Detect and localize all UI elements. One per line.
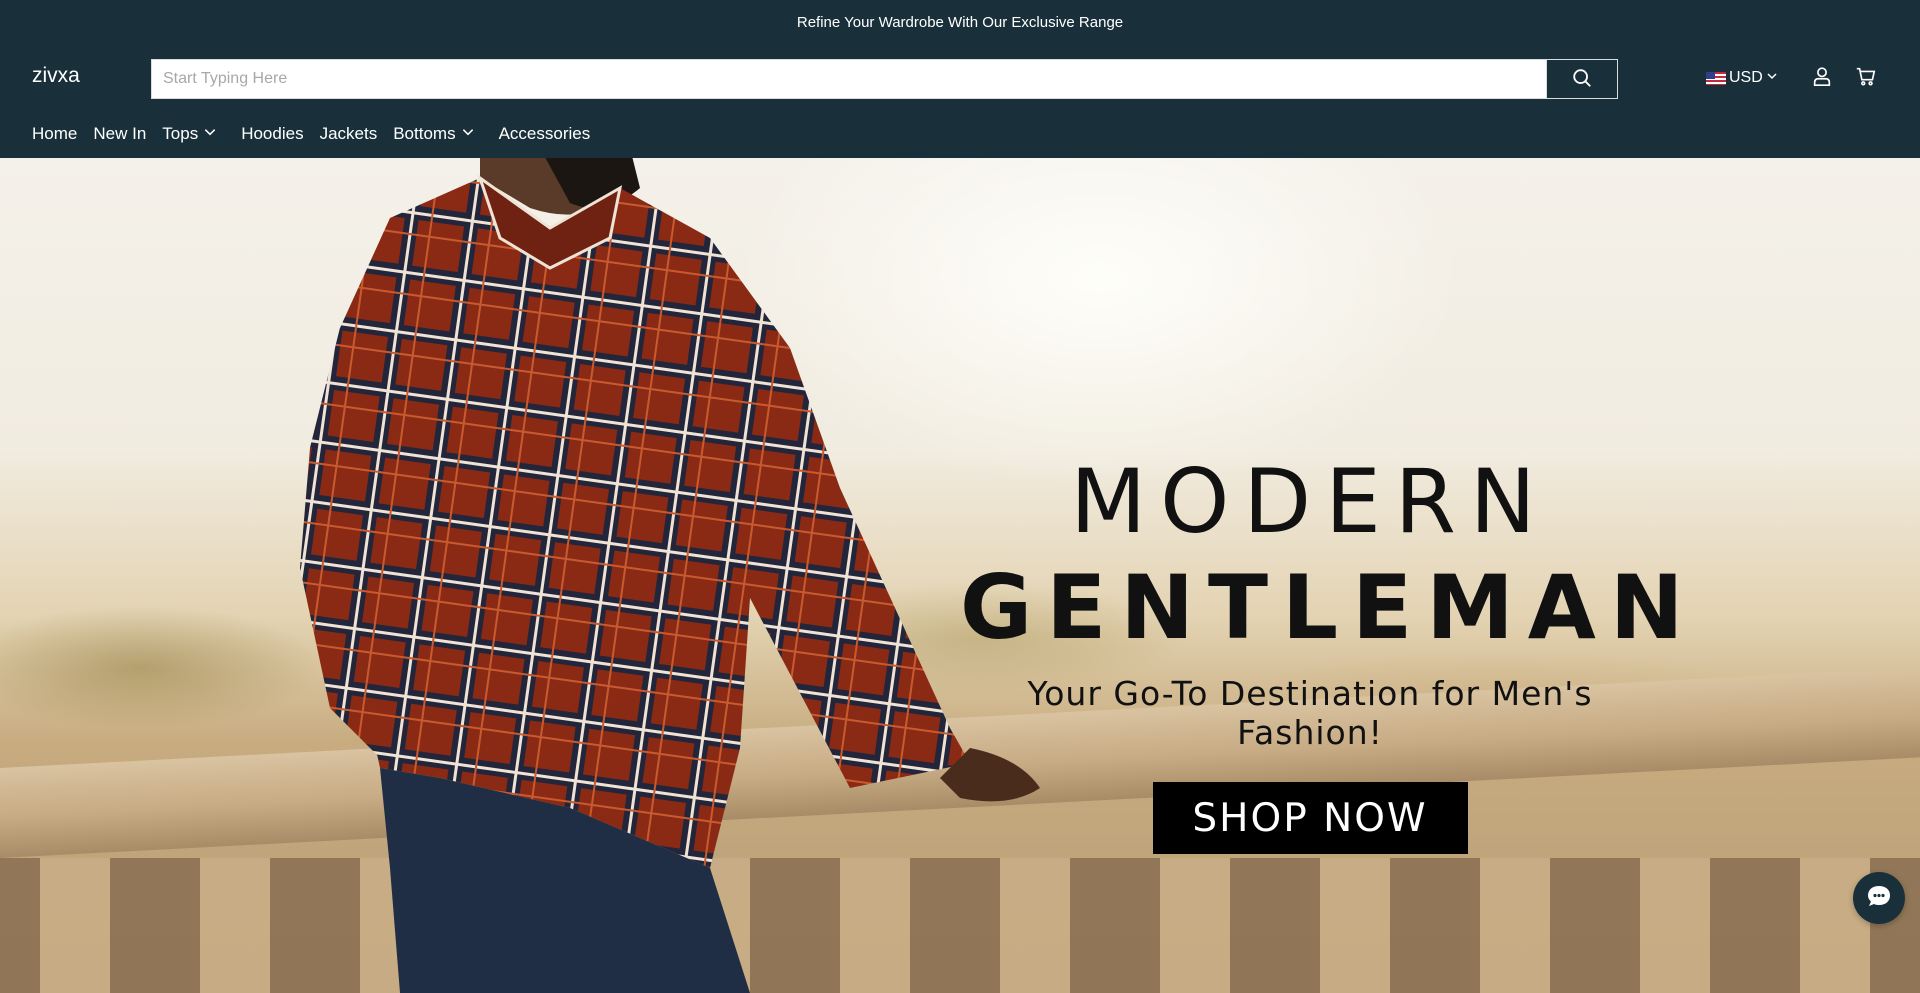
- cart-icon: [1855, 65, 1877, 92]
- nav-item-label: Hoodies: [241, 124, 304, 143]
- nav-item-new-in[interactable]: New In: [93, 124, 146, 144]
- shop-now-button[interactable]: SHOP NOW: [1152, 782, 1468, 854]
- currency-selector[interactable]: USD: [1706, 66, 1778, 90]
- chevron-down-icon: [1766, 69, 1778, 87]
- nav-item-label: Accessories: [498, 124, 591, 143]
- hero-model-image: [300, 158, 1040, 993]
- nav-item-label: Home: [32, 124, 78, 143]
- site-header: zivxa USD: [0, 44, 1920, 158]
- nav-item-label: New In: [93, 124, 147, 143]
- nav-item-tops[interactable]: Tops: [162, 124, 217, 144]
- nav-item-label: Bottoms: [393, 124, 456, 143]
- nav-item-jackets[interactable]: Jackets: [320, 124, 378, 144]
- nav-item-hoodies[interactable]: Hoodies: [241, 124, 303, 144]
- hero-banner: MODERN GENTLEMAN Your Go-To Destination …: [0, 158, 1920, 993]
- account-button[interactable]: [1808, 64, 1836, 92]
- announcement-bar: Refine Your Wardrobe With Our Exclusive …: [0, 0, 1920, 44]
- user-icon: [1811, 65, 1833, 92]
- hero-subtitle: Your Go-To Destination for Men's Fashion…: [1027, 674, 1593, 752]
- nav-item-label: Tops: [162, 124, 199, 143]
- chevron-down-icon: [461, 124, 475, 144]
- announcement-text: Refine Your Wardrobe With Our Exclusive …: [796, 13, 1124, 31]
- nav-item-accessories[interactable]: Accessories: [499, 124, 591, 144]
- search-icon: [1571, 67, 1593, 92]
- main-nav: Home New In Tops Hoodies Jackets Bottoms: [32, 122, 590, 146]
- search-bar: [151, 59, 1618, 99]
- currency-code: USD: [1729, 69, 1763, 86]
- search-button[interactable]: [1546, 60, 1617, 98]
- chevron-down-icon: [203, 124, 217, 144]
- search-input[interactable]: [152, 60, 1546, 98]
- cart-button[interactable]: [1852, 64, 1880, 92]
- chat-widget-button[interactable]: [1853, 872, 1905, 924]
- nav-item-bottoms[interactable]: Bottoms: [393, 124, 474, 144]
- site-logo[interactable]: zivxa: [32, 64, 80, 88]
- nav-item-home[interactable]: Home: [32, 124, 77, 144]
- nav-item-label: Jackets: [319, 124, 378, 143]
- hero-title-line-2: GENTLEMAN: [960, 556, 1698, 659]
- hero-title-line-1: MODERN: [1070, 450, 1550, 553]
- us-flag-icon: [1706, 71, 1726, 85]
- chat-icon: [1865, 882, 1893, 915]
- hero-text-block: MODERN GENTLEMAN Your Go-To Destination …: [960, 450, 1698, 854]
